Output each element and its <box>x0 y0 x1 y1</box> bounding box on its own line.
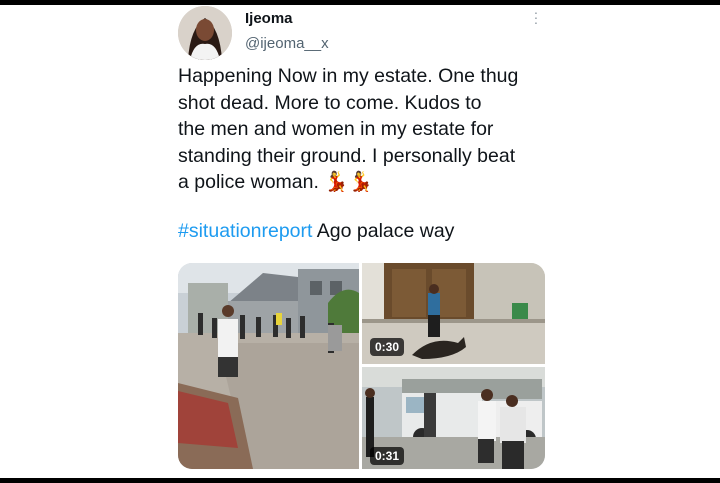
vertical-ellipsis-icon[interactable]: · · · <box>531 5 541 29</box>
author-name[interactable]: Ijeoma <box>245 10 293 27</box>
hashtag-link[interactable]: #situationreport <box>178 220 312 242</box>
bottom-frame-bar <box>0 478 720 483</box>
media-grid: 0:30 0:31 <box>178 263 545 469</box>
tweet-text-line: a police woman. 💃💃 <box>178 171 373 193</box>
media-video-1[interactable]: 0:30 <box>362 263 545 364</box>
video-duration-badge: 0:30 <box>370 338 405 356</box>
tweet-text-line: shot dead. More to come. Kudos to <box>178 91 482 114</box>
location-text: Ago palace way <box>312 220 455 242</box>
hashtag-line: #situationreport Ago palace way <box>178 220 454 243</box>
author-handle[interactable]: @ijeoma__x <box>245 35 329 52</box>
avatar-photo <box>178 6 232 60</box>
video-duration-badge: 0:31 <box>370 447 405 465</box>
tweet-text: Happening Now in my estate. One thug sho… <box>178 63 558 196</box>
street-photo-image <box>178 263 359 469</box>
tweet-text-line: the men and women in my estate for <box>178 118 494 140</box>
avatar[interactable] <box>178 6 232 60</box>
media-video-2[interactable]: 0:31 <box>362 367 545 469</box>
top-frame-bar <box>0 0 720 5</box>
tweet-text-line: Happening Now in my estate. One thug <box>178 65 519 87</box>
media-photo-street[interactable] <box>178 263 359 469</box>
tweet-text-line: standing their ground. I personally beat <box>178 144 516 167</box>
